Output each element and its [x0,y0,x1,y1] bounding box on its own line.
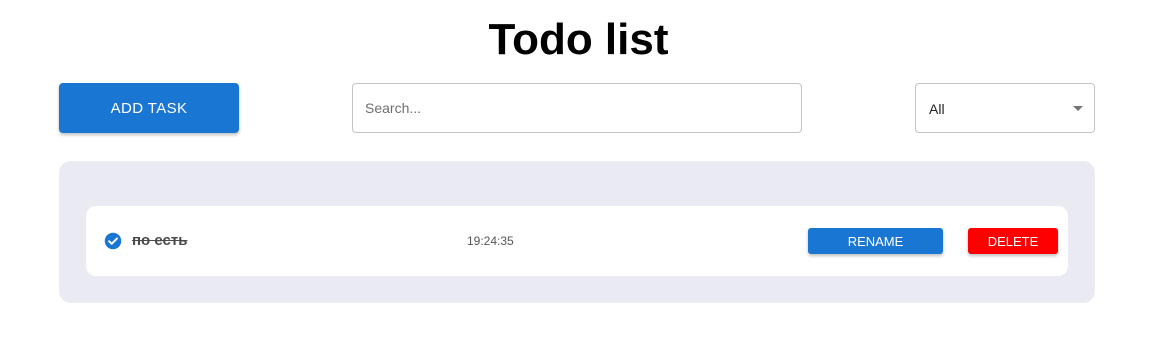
task-name: по есть [132,232,188,249]
task-list: по есть 19:24:35 RENAME DELETE [59,161,1095,303]
search-input[interactable] [365,84,785,132]
rename-button[interactable]: RENAME [808,228,943,254]
todo-app: Todo list ADD TASK All по есть 19:24:35 … [0,0,1157,342]
add-task-button[interactable]: ADD TASK [59,83,239,133]
task-time: 19:24:35 [467,234,514,248]
check-circle-icon[interactable] [104,232,122,250]
filter-select[interactable]: All [915,83,1095,133]
task-row: по есть 19:24:35 RENAME DELETE [86,206,1068,276]
search-field[interactable] [352,83,802,133]
delete-button[interactable]: DELETE [968,228,1058,254]
caret-down-icon [1073,106,1083,111]
filter-selected-value: All [929,101,945,117]
page-title: Todo list [488,15,669,64]
